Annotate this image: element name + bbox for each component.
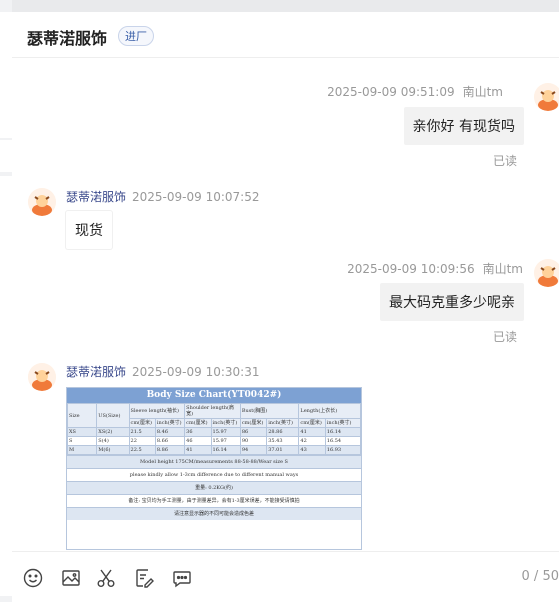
size-chart-cell: M xyxy=(67,445,98,455)
size-chart-unit-cell: cm(厘米) xyxy=(128,418,156,428)
size-chart-title: Body Size Chart(YT0042#) xyxy=(67,388,361,403)
message-meta: 瑟蒂渃服饰 2025-09-09 10:30:31 xyxy=(66,363,259,380)
char-counter: 0 / 50 xyxy=(521,569,559,584)
size-chart-header-cell: US(Size) xyxy=(96,403,130,428)
size-chart-cell: 37.01 xyxy=(266,445,300,455)
size-chart-cell: 8.66 xyxy=(154,436,186,446)
sender-name[interactable]: 瑟蒂渃服饰 xyxy=(66,365,126,379)
read-status: 已读 xyxy=(492,330,517,344)
size-chart-header-cell: Length(上衣长) xyxy=(298,403,361,419)
size-chart-cell: 43 xyxy=(298,445,326,455)
size-chart-unit-cell: cm(厘米) xyxy=(184,418,212,428)
message-bubble: 最大码克重多少呢亲 xyxy=(380,283,524,321)
chat-more-icon[interactable] xyxy=(171,567,193,589)
message-meta: 瑟蒂渃服饰 2025-09-09 10:07:52 xyxy=(66,188,259,205)
input-toolbar: 0 / 50 xyxy=(12,551,559,602)
size-chart-cell: 16.54 xyxy=(324,436,361,446)
customer-avatar[interactable] xyxy=(534,83,559,111)
scissors-icon[interactable] xyxy=(95,567,117,589)
size-chart-cell: 42 xyxy=(298,436,326,446)
size-chart-header-cell: Bust(胸围) xyxy=(239,403,300,419)
size-chart-cell: M(6) xyxy=(96,445,130,455)
size-chart-cell: S(4) xyxy=(96,436,130,446)
sender-name: 南山tm xyxy=(482,262,523,276)
size-chart-cell: 15.97 xyxy=(210,427,241,437)
size-chart-table: Size US(Size) Sleeve length(袖长) Shoulder… xyxy=(67,403,361,455)
size-chart-note: Model height 175CM/measurements 88-58-88… xyxy=(67,455,361,468)
size-chart-cell: 36 xyxy=(184,427,212,437)
message-time: 2025-09-09 10:30:31 xyxy=(132,365,260,379)
message-meta: 2025-09-09 10:09:56 南山tm xyxy=(347,260,523,277)
size-chart-unit-cell: inch(英寸) xyxy=(210,418,241,428)
size-chart-row: XS XS(2) 21.5 8.46 36 15.97 86 28.86 41 16.14 xyxy=(67,427,361,437)
size-chart-header-cell: Shoulder length(肩宽) xyxy=(184,403,241,419)
size-chart-note: 备注: 宝贝均为手工测量，由于测量差异，会有1-3厘米误差，不能接受请慎拍 xyxy=(67,494,361,507)
message-time: 2025-09-09 09:51:09 xyxy=(327,85,455,99)
size-chart-cell: 22.5 xyxy=(128,445,156,455)
read-status: 已读 xyxy=(492,154,517,168)
size-chart-note: please kindly allow 1-3cm difference due… xyxy=(67,468,361,481)
size-chart-cell: 21.5 xyxy=(128,427,156,437)
size-chart-header-cell: Sleeve length(袖长) xyxy=(128,403,186,419)
sender-name[interactable]: 瑟蒂渃服饰 xyxy=(66,190,126,204)
size-chart-unit-cell: inch(英寸) xyxy=(154,418,186,428)
size-chart-cell: 16.93 xyxy=(324,445,361,455)
size-chart-cell: 15.97 xyxy=(210,436,241,446)
shop-avatar[interactable] xyxy=(28,188,56,216)
size-chart-row: M M(6) 22.5 8.86 41 16.14 94 37.01 43 16.93 xyxy=(67,445,361,455)
message-time: 2025-09-09 10:09:56 xyxy=(347,262,475,276)
size-chart-cell: 41 xyxy=(184,445,212,455)
shop-name[interactable]: 瑟蒂渃服饰 xyxy=(27,25,107,49)
left-panel-edge xyxy=(0,0,12,602)
size-chart-note: 请注意显示器的不同可能会造成色差 xyxy=(67,507,361,520)
size-chart-note: 重量: 0.2KG(约) xyxy=(67,481,361,494)
shop-badge: 进厂 xyxy=(118,26,154,46)
message-time: 2025-09-09 10:07:52 xyxy=(132,190,260,204)
message-list[interactable]: 2025-09-09 09:51:09 南山tm 亲你好 有现货吗 已读 瑟蒂渃服… xyxy=(12,58,559,558)
size-chart-cell: 8.86 xyxy=(154,445,186,455)
size-chart-cell: 94 xyxy=(239,445,268,455)
message-meta: 2025-09-09 09:51:09 南山tm xyxy=(327,83,503,100)
shop-avatar[interactable] xyxy=(28,363,56,391)
size-chart-header-cell: Size xyxy=(67,403,98,428)
size-chart-cell: 41 xyxy=(298,427,326,437)
size-chart-cell: 35.43 xyxy=(266,436,300,446)
message-bubble: 亲你好 有现货吗 xyxy=(403,107,524,145)
sender-name: 南山tm xyxy=(462,85,503,99)
message-bubble: 现货 xyxy=(66,211,112,249)
image-icon[interactable] xyxy=(60,567,82,589)
size-chart-cell: 8.46 xyxy=(154,427,186,437)
size-chart-cell: 90 xyxy=(239,436,268,446)
quick-reply-icon[interactable] xyxy=(133,567,155,589)
chat-header: 瑟蒂渃服饰 进厂 xyxy=(12,12,559,58)
size-chart-cell: 86 xyxy=(239,427,268,437)
size-chart-cell: 28.86 xyxy=(266,427,300,437)
size-chart-cell: 46 xyxy=(184,436,212,446)
size-chart-cell: S xyxy=(67,436,98,446)
size-chart-unit-cell: inch(英寸) xyxy=(266,418,300,428)
size-chart-cell: XS(2) xyxy=(96,427,130,437)
chat-window: 瑟蒂渃服饰 进厂 2025-09-09 09:51:09 南山tm 亲你好 有现货… xyxy=(12,12,559,602)
customer-avatar[interactable] xyxy=(534,259,559,287)
emoji-icon[interactable] xyxy=(22,567,44,589)
size-chart-cell: 16.14 xyxy=(324,427,361,437)
size-chart-image[interactable]: Body Size Chart(YT0042#) Size US(Size) S… xyxy=(66,387,362,550)
size-chart-unit-cell: cm(厘米) xyxy=(239,418,268,428)
size-chart-header-row: Size US(Size) Sleeve length(袖长) Shoulder… xyxy=(67,403,361,428)
size-chart-unit-cell: inch(英寸) xyxy=(324,418,361,428)
size-chart-row: S S(4) 22 8.66 46 15.97 90 35.43 42 16.54 xyxy=(67,436,361,446)
size-chart-cell: 16.14 xyxy=(210,445,241,455)
size-chart-unit-cell: cm(厘米) xyxy=(298,418,326,428)
size-chart-cell: 22 xyxy=(128,436,156,446)
size-chart-cell: XS xyxy=(67,427,98,437)
window-top-bar xyxy=(0,0,559,12)
